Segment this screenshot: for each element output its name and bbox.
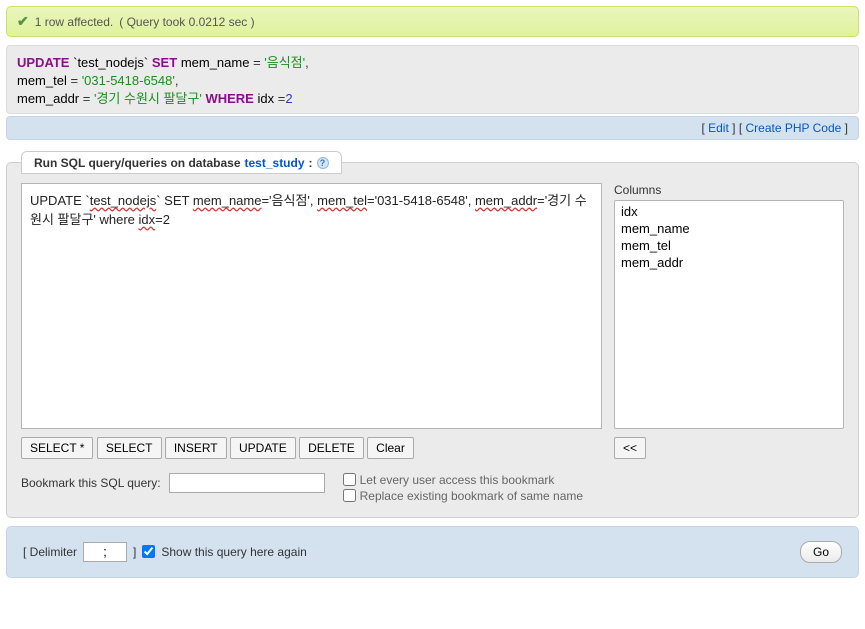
sql-keyword: UPDATE	[17, 55, 69, 70]
sql-string: '경기 수원시 팔달구'	[94, 91, 202, 106]
columns-list[interactable]: idxmem_namemem_telmem_addr	[614, 200, 844, 429]
panel-legend: Run SQL query/queries on database test_s…	[21, 151, 342, 174]
sql-number: 2	[285, 91, 292, 106]
insert-button[interactable]: INSERT	[165, 437, 227, 459]
legend-prefix: Run SQL query/queries on database	[34, 156, 241, 170]
sql-keyword: SET	[152, 55, 177, 70]
sql-string: '031-5418-6548'	[82, 73, 175, 88]
sql-column: mem_tel	[17, 73, 67, 88]
column-option[interactable]: mem_name	[617, 220, 841, 237]
sql-op: ,	[175, 73, 179, 88]
success-message: ✔ 1 row affected. ( Query took 0.0212 sec…	[6, 6, 859, 37]
sql-table: `test_nodejs`	[73, 55, 148, 70]
sql-actions-bar: [ Edit ] [ Create PHP Code ]	[6, 116, 859, 140]
select-button[interactable]: SELECT	[97, 437, 162, 459]
run-sql-panel: Run SQL query/queries on database test_s…	[6, 162, 859, 518]
delimiter-close: ]	[133, 545, 136, 559]
show-again-checkbox[interactable]	[142, 545, 155, 558]
bookmark-label: Bookmark this SQL query:	[21, 473, 161, 490]
insert-column-button[interactable]: <<	[614, 437, 646, 459]
sql-op: =	[67, 73, 82, 88]
sql-column: mem_addr	[17, 91, 79, 106]
sql-column: mem_name	[181, 55, 250, 70]
columns-label: Columns	[614, 183, 844, 197]
query-timing-text: ( Query took 0.0212 sec )	[119, 15, 254, 29]
bookmark-public-label: Let every user access this bookmark	[360, 473, 555, 487]
update-button[interactable]: UPDATE	[230, 437, 296, 459]
column-option[interactable]: idx	[617, 203, 841, 220]
sql-op: =	[249, 55, 264, 70]
legend-dbname: test_study	[245, 156, 305, 170]
delete-button[interactable]: DELETE	[299, 437, 364, 459]
sql-op: =	[79, 91, 94, 106]
bookmark-input[interactable]	[169, 473, 325, 493]
column-option[interactable]: mem_tel	[617, 237, 841, 254]
executed-sql-preview: UPDATE `test_nodejs` SET mem_name = '음식점…	[6, 45, 859, 114]
show-again-label: Show this query here again	[161, 545, 306, 559]
bookmark-replace-checkbox[interactable]	[343, 489, 356, 502]
check-icon: ✔	[17, 13, 29, 30]
sql-keyword: WHERE	[205, 91, 253, 106]
bookmark-replace-option[interactable]: Replace existing bookmark of same name	[343, 489, 583, 503]
sql-column: idx	[257, 91, 274, 106]
column-option[interactable]: mem_addr	[617, 254, 841, 271]
edit-link[interactable]: Edit	[708, 121, 729, 135]
sql-op: ,	[305, 55, 309, 70]
bookmark-replace-label: Replace existing bookmark of same name	[360, 489, 583, 503]
clear-button[interactable]: Clear	[367, 437, 414, 459]
sql-textarea[interactable]: UPDATE `test_nodejs` SET mem_name='음식점',…	[21, 183, 602, 429]
sql-footer: [ Delimiter] Show this query here again G…	[6, 526, 859, 578]
create-php-link[interactable]: Create PHP Code	[745, 121, 841, 135]
select-star-button[interactable]: SELECT *	[21, 437, 93, 459]
legend-colon: :	[309, 156, 313, 170]
go-button[interactable]: Go	[800, 541, 842, 563]
bookmark-public-checkbox[interactable]	[343, 473, 356, 486]
delimiter-label: [ Delimiter	[23, 545, 77, 559]
bookmark-public-option[interactable]: Let every user access this bookmark	[343, 473, 583, 487]
sql-op: =	[274, 91, 285, 106]
sql-string: '음식점'	[264, 55, 305, 70]
rows-affected-text: 1 row affected.	[35, 15, 114, 29]
help-icon[interactable]: ?	[317, 157, 329, 169]
delimiter-input[interactable]	[83, 542, 127, 562]
